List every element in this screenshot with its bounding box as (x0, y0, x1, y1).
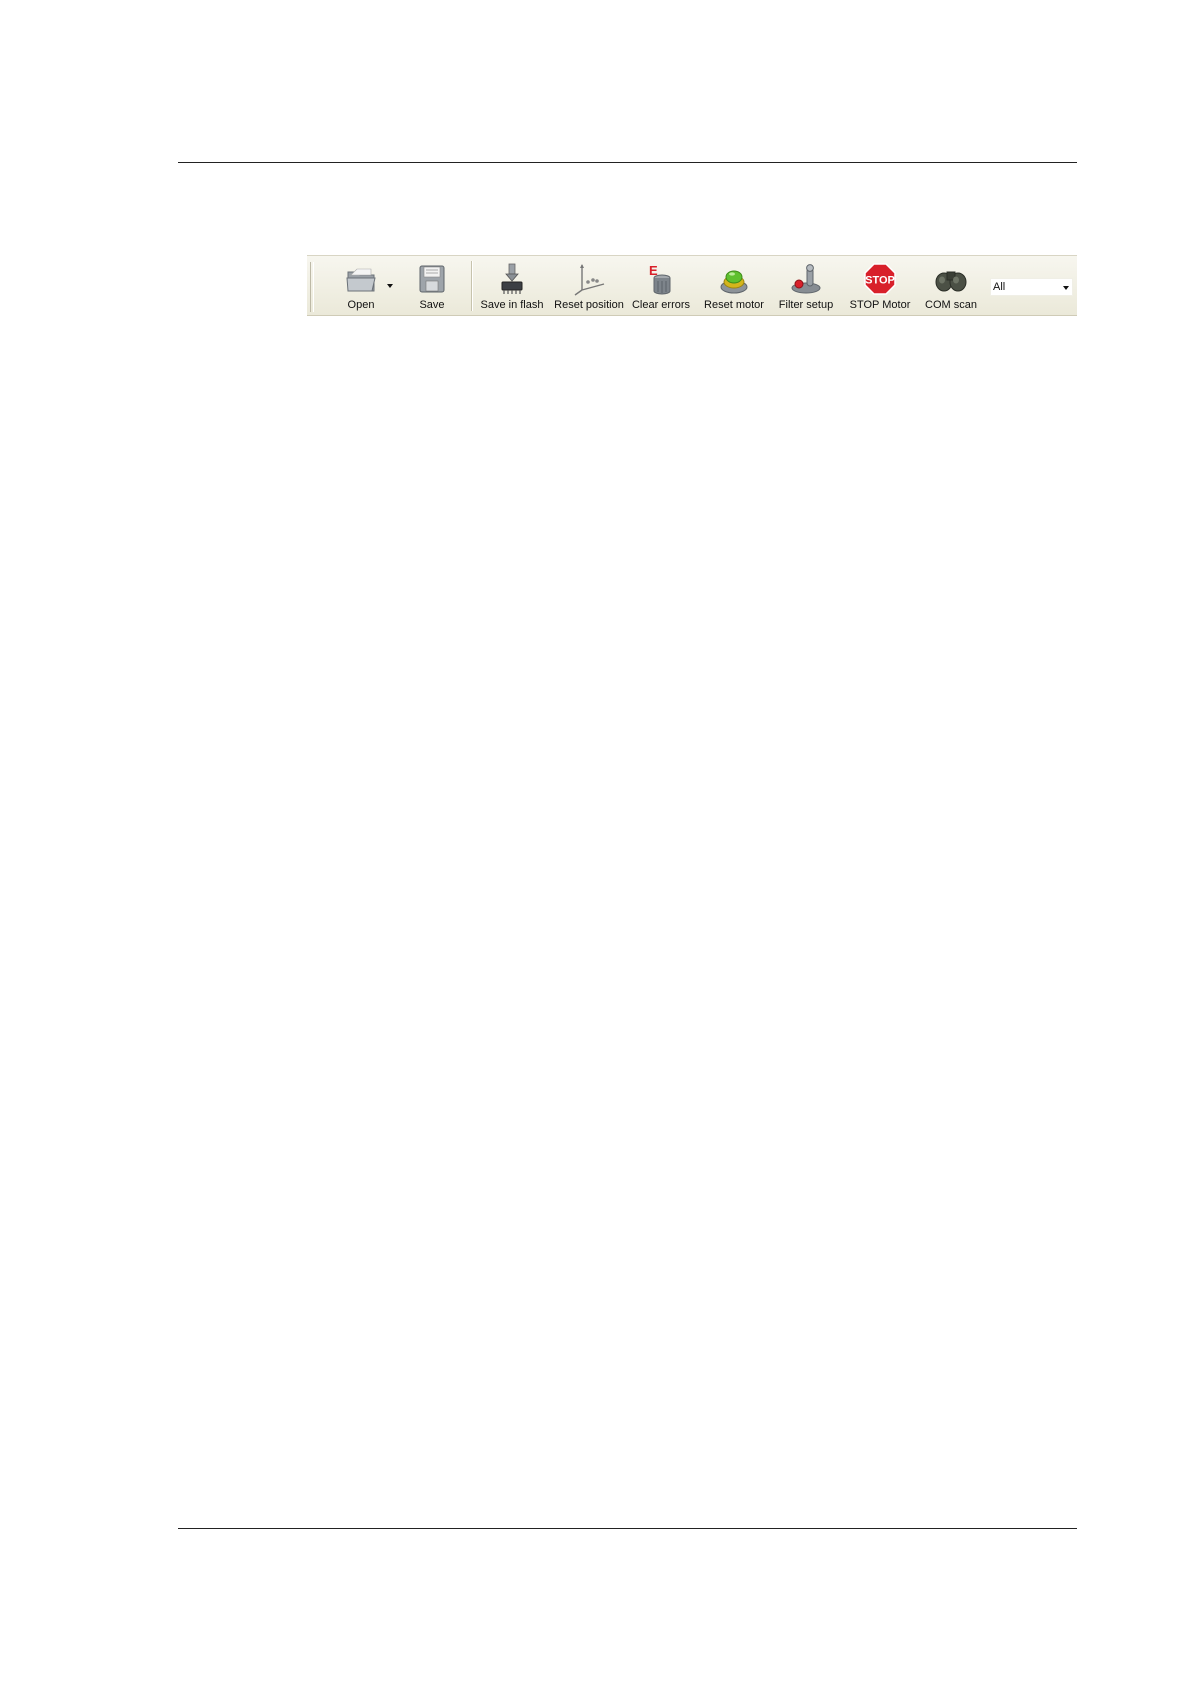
chip-download-icon (501, 263, 523, 294)
filter-setup-label: Filter setup (778, 299, 834, 311)
toolbar-grip[interactable] (310, 262, 314, 312)
filter-setup-button[interactable]: Filter setup (772, 260, 840, 314)
stop-motor-label: STOP Motor (849, 299, 911, 311)
toolbar-separator (471, 261, 472, 311)
binoculars-icon (935, 271, 967, 292)
open-dropdown-arrow[interactable] (387, 284, 393, 288)
stop-sign-icon: STOP (864, 263, 896, 295)
error-bin-icon: E (649, 263, 671, 295)
stop-motor-button[interactable]: STOP STOP Motor (844, 260, 916, 314)
clear-errors-label: Clear errors (631, 299, 691, 311)
save-in-flash-label: Save in flash (480, 299, 544, 311)
reset-position-label: Reset position (554, 299, 624, 311)
stop-sign-text: STOP (865, 275, 895, 287)
reset-position-button[interactable]: Reset position (551, 260, 627, 314)
save-in-flash-button[interactable]: Save in flash (478, 260, 546, 314)
axes-icon (574, 264, 605, 296)
reset-motor-button[interactable]: Reset motor (699, 260, 769, 314)
com-scan-label: COM scan (925, 299, 977, 311)
port-select[interactable]: All (990, 278, 1073, 296)
floppy-disk-icon (419, 265, 445, 293)
clear-errors-button[interactable]: E Clear errors (629, 260, 693, 314)
folder-icon (346, 268, 376, 292)
save-button[interactable]: Save (406, 260, 458, 314)
green-button-icon (720, 270, 748, 294)
com-scan-button[interactable]: COM scan (919, 260, 983, 314)
open-label: Open (347, 299, 375, 311)
open-button[interactable]: Open (333, 260, 389, 314)
footer-rule (178, 1528, 1077, 1529)
joystick-icon (791, 264, 821, 294)
toolbar: Open Save Save in flash Reset position E… (307, 255, 1077, 316)
port-select-value: All (993, 281, 1006, 293)
header-rule (178, 162, 1077, 163)
save-label: Save (419, 299, 445, 311)
chevron-down-icon[interactable] (1063, 286, 1069, 290)
reset-motor-label: Reset motor (704, 299, 764, 311)
